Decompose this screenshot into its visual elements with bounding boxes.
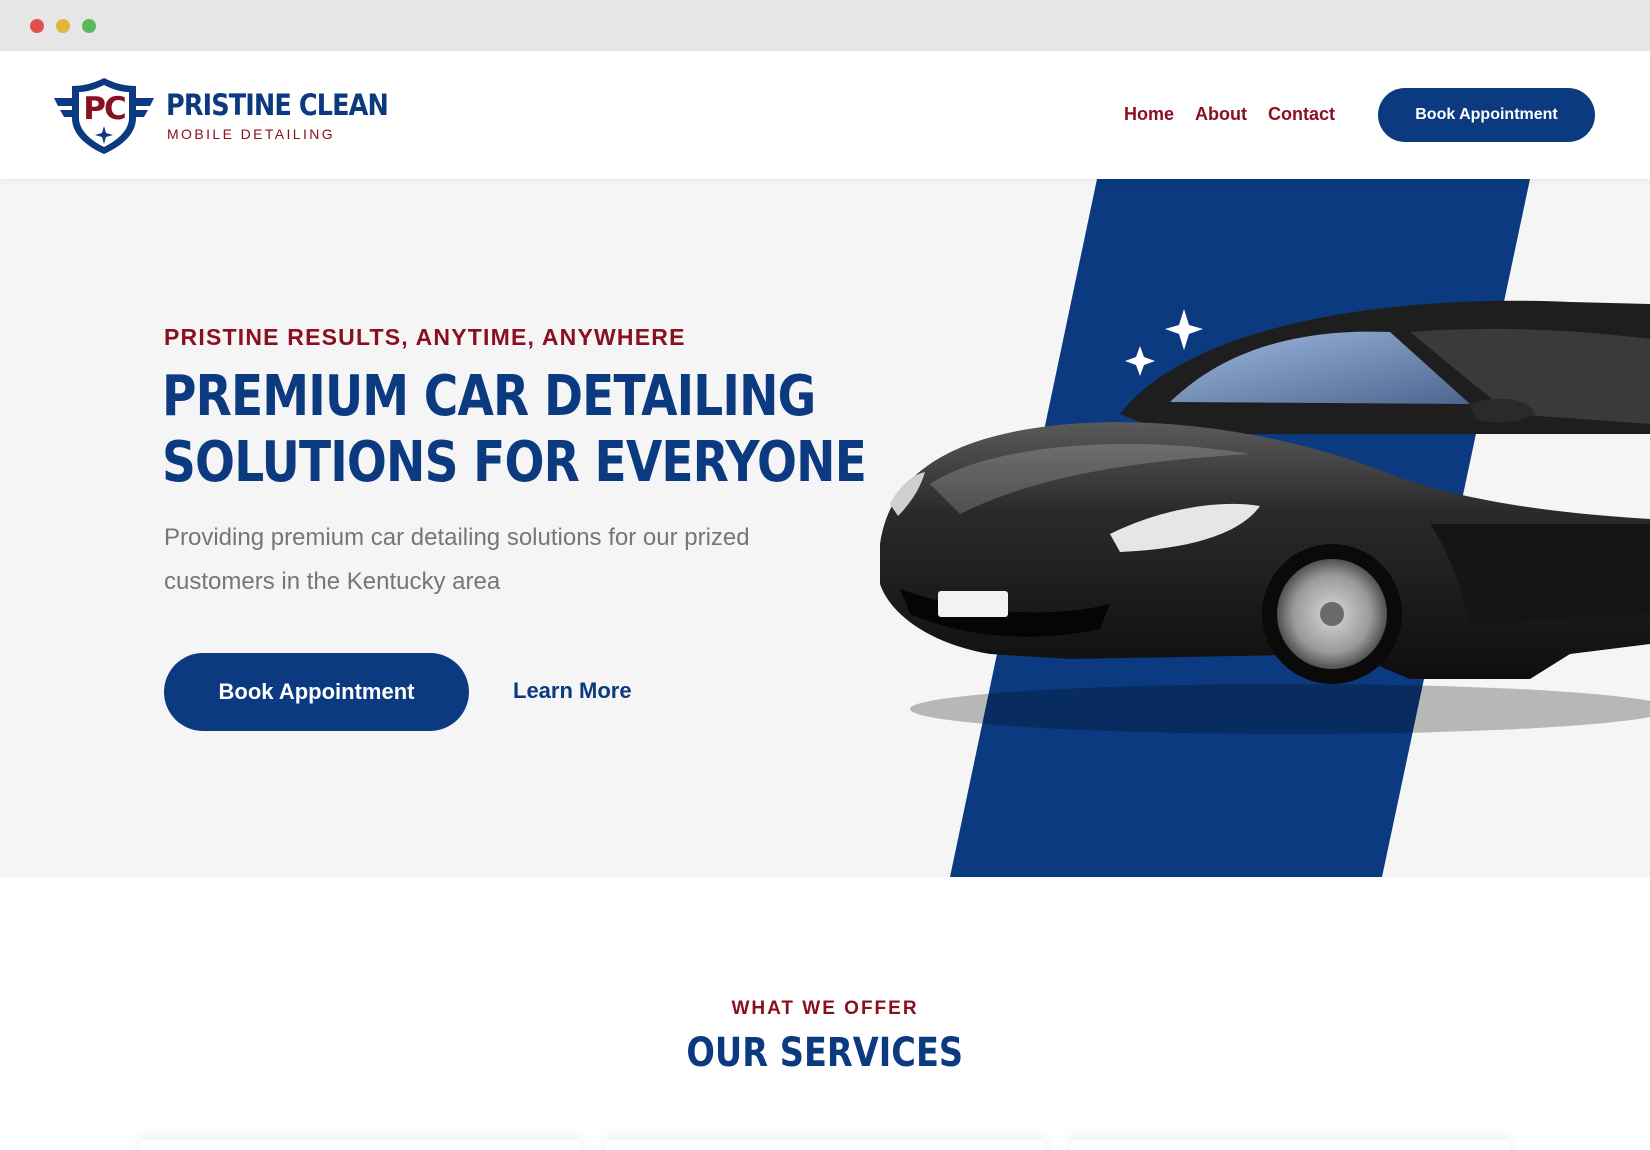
brand-name: PRISTINE CLEAN: [166, 88, 389, 122]
services-eyebrow: WHAT WE OFFER: [731, 998, 919, 1019]
hero-title: PREMIUM CAR DETAILING SOLUTIONS FOR EVER…: [162, 364, 867, 496]
hero-book-appointment-button[interactable]: Book Appointment: [164, 653, 469, 731]
hero-tagline: PRISTINE RESULTS, ANYTIME, ANYWHERE: [164, 324, 686, 350]
nav-link-contact[interactable]: Contact: [1268, 104, 1335, 125]
nav-link-home[interactable]: Home: [1124, 104, 1174, 125]
hero-learn-more-link[interactable]: Learn More: [513, 678, 632, 704]
brand-logo[interactable]: PC PRISTINE CLEAN MOBILE DETAILING: [52, 76, 392, 156]
brand-subtitle: MOBILE DETAILING: [167, 126, 336, 142]
site-header: PC PRISTINE CLEAN MOBILE DETAILING Home …: [0, 51, 1650, 179]
hero-title-line-1: PREMIUM CAR DETAILING: [162, 364, 816, 429]
nav-link-about[interactable]: About: [1195, 104, 1247, 125]
browser-chrome: [0, 0, 1650, 51]
logo-initials: PC: [83, 91, 127, 126]
hero-section: PRISTINE RESULTS, ANYTIME, ANYWHERE PREM…: [0, 179, 1650, 877]
logo-initials-text: PC: [83, 91, 125, 126]
window-minimize-button[interactable]: [56, 19, 70, 33]
hero-description: Providing premium car detailing solution…: [164, 524, 750, 595]
service-card[interactable]: [1070, 1140, 1510, 1150]
services-title: OUR SERVICES: [0, 1030, 1650, 1076]
services-title-text: OUR SERVICES: [686, 1030, 964, 1076]
hero-title-line-2: SOLUTIONS FOR EVERYONE: [162, 430, 867, 495]
window-maximize-button[interactable]: [82, 19, 96, 33]
window-close-button[interactable]: [30, 19, 44, 33]
header-book-appointment-button[interactable]: Book Appointment: [1378, 88, 1595, 142]
black-sports-car-image: [880, 300, 1650, 734]
service-card[interactable]: [140, 1140, 580, 1150]
service-card[interactable]: [605, 1140, 1045, 1150]
